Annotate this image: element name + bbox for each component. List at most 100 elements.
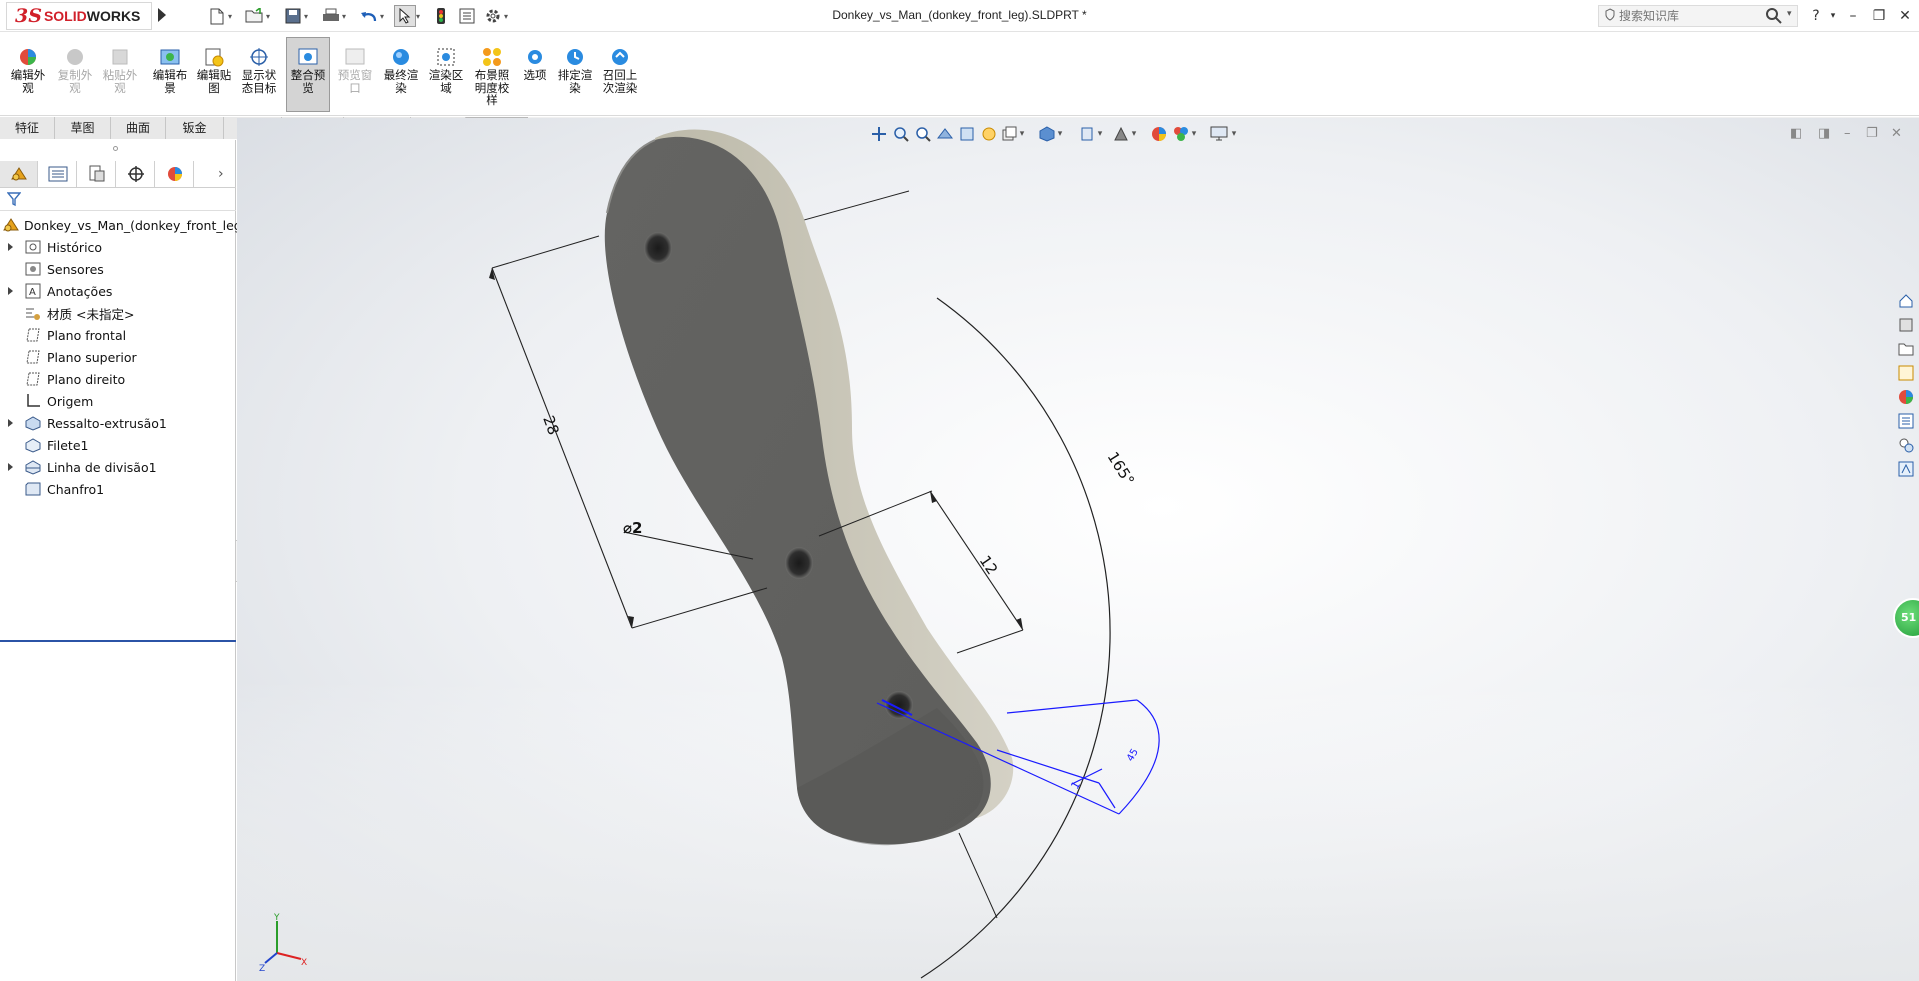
display-manager-tab[interactable] (156, 161, 194, 187)
save-icon[interactable] (282, 5, 304, 27)
render-tools-icon[interactable] (979, 124, 999, 144)
view-palette-icon[interactable] (1895, 362, 1917, 384)
search-icon[interactable] (1765, 7, 1783, 28)
tab-2[interactable]: 曲面 (111, 117, 166, 139)
ribbon-button-copy-appearance[interactable]: 复制外 观 (53, 46, 97, 128)
solidworks-logo[interactable]: 3S SOLIDWORKS (6, 2, 152, 30)
tree-item[interactable]: Filete1 (0, 434, 236, 456)
ribbon-button-scene-illumination-proof[interactable]: 布景照 明度校 样 (470, 46, 514, 128)
ribbon-button-final-render[interactable]: 最终渲 染 (379, 46, 423, 128)
solidworks-resources-icon[interactable] (1895, 290, 1917, 312)
minimize-icon[interactable]: – (1840, 8, 1866, 24)
hide-show-items-icon[interactable] (1077, 124, 1097, 144)
file-explorer-icon[interactable] (1895, 338, 1917, 360)
ribbon-button-paste-appearance[interactable]: 粘贴外 观 (98, 46, 142, 128)
tree-filter[interactable] (0, 189, 236, 211)
monitor-icon[interactable] (1209, 124, 1229, 144)
undo-icon[interactable] (358, 5, 380, 27)
viewport-tile-right-icon[interactable]: ◨ (1818, 126, 1830, 141)
dimxpert-manager-tab[interactable] (117, 161, 155, 187)
previous-view-icon[interactable] (913, 124, 933, 144)
3dexperience-marketplace-icon[interactable] (1895, 458, 1917, 480)
tab-3[interactable]: 钣金 (166, 117, 224, 139)
design-library-icon[interactable] (1895, 314, 1917, 336)
view-settings-dropdown-icon[interactable]: ▾ (1189, 124, 1199, 144)
search-input[interactable] (1619, 9, 1749, 23)
display-style-icon[interactable] (1037, 124, 1057, 144)
rebuild-icon[interactable] (430, 5, 452, 27)
zoom-to-fit-icon[interactable] (869, 124, 889, 144)
dim-diameter-label[interactable]: ⌀2 (623, 519, 642, 537)
zoom-to-area-icon[interactable] (891, 124, 911, 144)
edit-appearance-hud-icon[interactable] (1111, 124, 1131, 144)
configuration-manager-tab[interactable] (78, 161, 116, 187)
open-dropdown-icon[interactable]: ▾ (266, 12, 274, 21)
tree-root-part[interactable]: Donkey_vs_Man_(donkey_front_leg) (0, 214, 247, 236)
ribbon-button-edit-scene[interactable]: 编辑布 景 (148, 46, 192, 128)
print-icon[interactable] (320, 5, 342, 27)
tree-item[interactable]: Ressalto-extrusão1 (0, 412, 236, 434)
appearances-scenes-decals-icon[interactable] (1895, 386, 1917, 408)
tree-item[interactable]: Linha de divisão1 (0, 456, 236, 478)
tree-item[interactable]: Sensores (0, 258, 236, 280)
dynamic-annotation-views-icon[interactable] (957, 124, 977, 144)
print-dropdown-icon[interactable]: ▾ (342, 12, 350, 21)
options-dropdown-icon[interactable]: ▾ (504, 12, 512, 21)
feature-manager-tab[interactable] (0, 161, 38, 187)
ribbon-button-preview-window[interactable]: 预览窗 口 (333, 46, 377, 128)
ribbon-button-display-state-target[interactable]: 显示状 态目标 (237, 46, 281, 128)
help-dropdown-icon[interactable]: ▾ (1826, 11, 1840, 21)
property-manager-tab[interactable] (39, 161, 77, 187)
expand-arrow-icon[interactable] (8, 463, 13, 471)
tree-item[interactable]: A Anotações (0, 280, 236, 302)
tree-item[interactable]: Plano direito (0, 368, 236, 390)
filter-icon[interactable] (6, 192, 22, 211)
ribbon-button-recall-last-render[interactable]: 召回上 次渲染 (598, 46, 642, 128)
new-dropdown-icon[interactable]: ▾ (228, 12, 236, 21)
rollback-bar[interactable] (0, 640, 236, 642)
viewport-close-icon[interactable]: ✕ (1891, 126, 1902, 141)
ribbon-button-options-gear[interactable]: 选项 (513, 46, 557, 128)
tab-0[interactable]: 特征 (0, 117, 55, 139)
help-button[interactable]: ? (1806, 8, 1826, 24)
panel-grip-icon[interactable] (113, 146, 118, 151)
ribbon-button-schedule-render[interactable]: 排定渲 染 (553, 46, 597, 128)
apply-scene-icon[interactable] (1149, 124, 1169, 144)
view-orientation-icon[interactable] (999, 124, 1019, 144)
tree-item[interactable]: Histórico (0, 236, 236, 258)
ribbon-button-edit-appearance[interactable]: 编辑外 观 (6, 46, 50, 128)
view-settings-icon[interactable] (1171, 124, 1191, 144)
tree-item[interactable]: Plano frontal (0, 324, 236, 346)
viewport-tile-left-icon[interactable]: ◧ (1790, 126, 1802, 141)
panel-tabs-more-icon[interactable]: › (218, 166, 224, 182)
viewport-minimize-icon[interactable]: – (1844, 126, 1851, 141)
select-dropdown-icon[interactable]: ▾ (416, 12, 424, 21)
tree-item[interactable]: 材质 <未指定> (0, 302, 236, 324)
expand-arrow-icon[interactable] (8, 243, 13, 251)
select-icon[interactable] (394, 5, 416, 27)
expand-arrow-icon[interactable] (8, 419, 13, 427)
monitor-dropdown-icon[interactable]: ▾ (1229, 124, 1239, 144)
expand-arrow-icon[interactable] (8, 287, 13, 295)
tree-item[interactable]: Origem (0, 390, 236, 412)
close-icon[interactable]: ✕ (1892, 8, 1918, 24)
tab-1[interactable]: 草图 (55, 117, 111, 139)
graphics-area[interactable]: 28 ⌀2 12 165° 1 45 Y X Z ▾ ▾ ▾ ▾ ▾ ▾ ◧ ◨… (237, 118, 1919, 981)
tree-item[interactable]: Plano superior (0, 346, 236, 368)
options-icon[interactable] (482, 5, 504, 27)
solidworks-forum-icon[interactable] (1895, 434, 1917, 456)
search-dropdown-icon[interactable]: ▾ (1787, 9, 1792, 19)
ribbon-button-integrated-preview[interactable]: 整合预 览 (286, 37, 330, 112)
hide-show-dropdown-icon[interactable]: ▾ (1095, 124, 1105, 144)
new-document-icon[interactable] (206, 5, 228, 27)
undo-dropdown-icon[interactable]: ▾ (380, 12, 388, 21)
view-orientation-dropdown-icon[interactable]: ▾ (1017, 124, 1027, 144)
menu-expand-arrow-icon[interactable] (158, 8, 166, 22)
knowledge-search[interactable]: ▾ (1598, 5, 1798, 27)
ribbon-button-edit-decal[interactable]: 编辑贴 图 (192, 46, 236, 128)
display-style-dropdown-icon[interactable]: ▾ (1055, 124, 1065, 144)
restore-icon[interactable]: ❐ (1866, 8, 1892, 24)
viewport-restore-icon[interactable]: ❐ (1866, 126, 1878, 141)
file-properties-icon[interactable] (456, 5, 478, 27)
ribbon-button-render-region[interactable]: 渲染区 域 (424, 46, 468, 128)
